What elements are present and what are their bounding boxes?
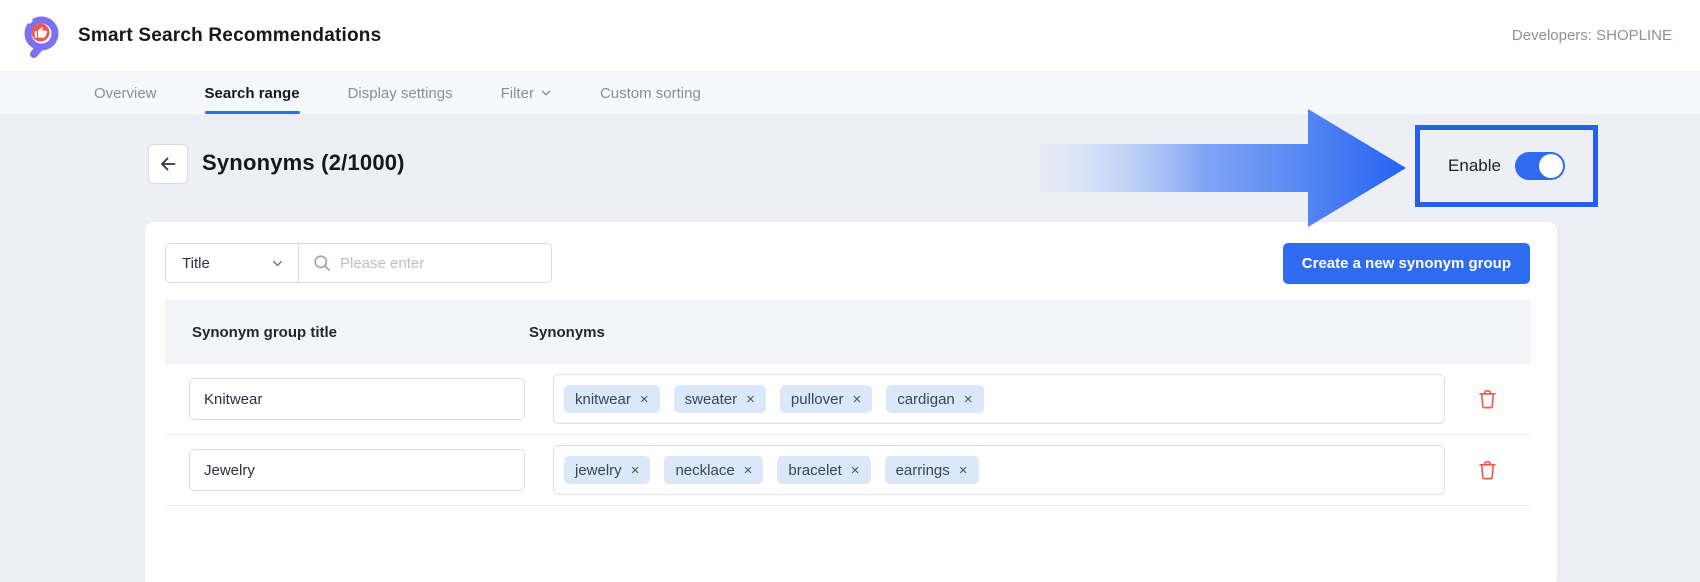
tab-overview-label: Overview bbox=[94, 85, 157, 102]
tab-display-settings[interactable]: Display settings bbox=[348, 72, 453, 114]
tab-display-settings-label: Display settings bbox=[348, 85, 453, 102]
chevron-down-icon bbox=[540, 87, 552, 99]
synonym-tag-label: pullover bbox=[791, 391, 844, 408]
synonym-tag-label: earrings bbox=[896, 462, 950, 479]
synonym-tag-label: bracelet bbox=[788, 462, 841, 479]
synonym-tag: jewelry × bbox=[564, 456, 650, 484]
remove-tag-icon[interactable]: × bbox=[959, 463, 968, 478]
trash-icon bbox=[1476, 458, 1499, 482]
tab-custom-sorting[interactable]: Custom sorting bbox=[600, 72, 701, 114]
page-title: Synonyms (2/1000) bbox=[202, 150, 405, 176]
tab-bar: Overview Search range Display settings F… bbox=[0, 72, 1700, 114]
filter-field-select[interactable]: Title bbox=[166, 244, 299, 282]
tab-filter[interactable]: Filter bbox=[501, 72, 552, 114]
remove-tag-icon[interactable]: × bbox=[631, 463, 640, 478]
synonym-tag: pullover × bbox=[780, 385, 872, 413]
remove-tag-icon[interactable]: × bbox=[640, 392, 649, 407]
table-header-row: Synonym group title Synonyms bbox=[165, 300, 1531, 364]
annotation-arrow-graphic bbox=[1040, 104, 1408, 232]
filter-selected-value: Title bbox=[182, 255, 271, 272]
remove-tag-icon[interactable]: × bbox=[746, 392, 755, 407]
enable-label: Enable bbox=[1448, 156, 1501, 176]
app-logo-icon bbox=[20, 14, 64, 58]
group-title-cell bbox=[165, 378, 528, 420]
synonyms-tag-box[interactable]: knitwear × sweater × pullover × cardigan × bbox=[553, 374, 1445, 424]
group-title-input[interactable] bbox=[189, 378, 525, 420]
developers-label: Developers: SHOPLINE bbox=[1512, 27, 1672, 44]
app-title: Smart Search Recommendations bbox=[78, 25, 381, 47]
back-button[interactable] bbox=[148, 144, 188, 184]
synonym-tag: knitwear × bbox=[564, 385, 660, 413]
delete-row-button[interactable] bbox=[1476, 387, 1499, 411]
synonym-tag-label: cardigan bbox=[897, 391, 955, 408]
synonym-tag-label: sweater bbox=[685, 391, 738, 408]
group-title-cell bbox=[165, 449, 528, 491]
enable-toggle[interactable] bbox=[1515, 152, 1565, 180]
synonyms-card: Title Create a new synonym group Synonym… bbox=[145, 222, 1557, 582]
synonym-tag: bracelet × bbox=[777, 456, 870, 484]
remove-tag-icon[interactable]: × bbox=[744, 463, 753, 478]
chevron-down-icon bbox=[271, 257, 284, 270]
synonym-tag: necklace × bbox=[664, 456, 763, 484]
tab-custom-sorting-label: Custom sorting bbox=[600, 85, 701, 102]
group-title-input[interactable] bbox=[189, 449, 525, 491]
synonyms-tag-box[interactable]: jewelry × necklace × bracelet × earrings × bbox=[553, 445, 1445, 495]
search-input-wrapper bbox=[299, 244, 551, 282]
remove-tag-icon[interactable]: × bbox=[851, 463, 860, 478]
search-input[interactable] bbox=[340, 255, 539, 272]
synonym-tag-label: jewelry bbox=[575, 462, 622, 479]
trash-icon bbox=[1476, 387, 1499, 411]
column-header-title: Synonym group title bbox=[165, 324, 528, 341]
search-icon bbox=[313, 254, 331, 272]
page-content: Synonyms (2/1000) Enable Title bbox=[0, 114, 1700, 574]
synonym-tag-label: necklace bbox=[675, 462, 734, 479]
synonym-tag: cardigan × bbox=[886, 385, 983, 413]
synonym-tag-label: knitwear bbox=[575, 391, 631, 408]
synonyms-table: Synonym group title Synonyms knitwear×sw… bbox=[165, 300, 1531, 506]
delete-row-button[interactable] bbox=[1476, 458, 1499, 482]
synonyms-cell: knitwear × sweater × pullover × cardigan × bbox=[553, 374, 1445, 424]
create-synonym-group-button[interactable]: Create a new synonym group bbox=[1283, 243, 1530, 284]
remove-tag-icon[interactable]: × bbox=[964, 392, 973, 407]
synonym-tag: sweater × bbox=[674, 385, 766, 413]
tab-search-range[interactable]: Search range bbox=[205, 72, 300, 114]
app-header: Smart Search Recommendations Developers:… bbox=[0, 0, 1700, 72]
toggle-knob bbox=[1539, 154, 1563, 178]
table-row: jewelry × necklace × bracelet × earrings × bbox=[165, 435, 1531, 506]
tab-overview[interactable]: Overview bbox=[94, 72, 157, 114]
column-header-synonyms: Synonyms bbox=[528, 324, 605, 341]
remove-tag-icon[interactable]: × bbox=[852, 392, 861, 407]
card-toolbar: Title Create a new synonym group bbox=[145, 222, 1557, 300]
tab-search-range-label: Search range bbox=[205, 85, 300, 102]
table-row: knitwear × sweater × pullover × cardigan × bbox=[165, 364, 1531, 435]
search-filter-group: Title bbox=[165, 243, 552, 283]
back-arrow-icon bbox=[158, 154, 178, 174]
tab-filter-label: Filter bbox=[501, 85, 534, 102]
synonyms-cell: jewelry × necklace × bracelet × earrings × bbox=[553, 445, 1445, 495]
synonym-tag: earrings × bbox=[885, 456, 979, 484]
enable-highlight-box: Enable bbox=[1415, 125, 1598, 207]
